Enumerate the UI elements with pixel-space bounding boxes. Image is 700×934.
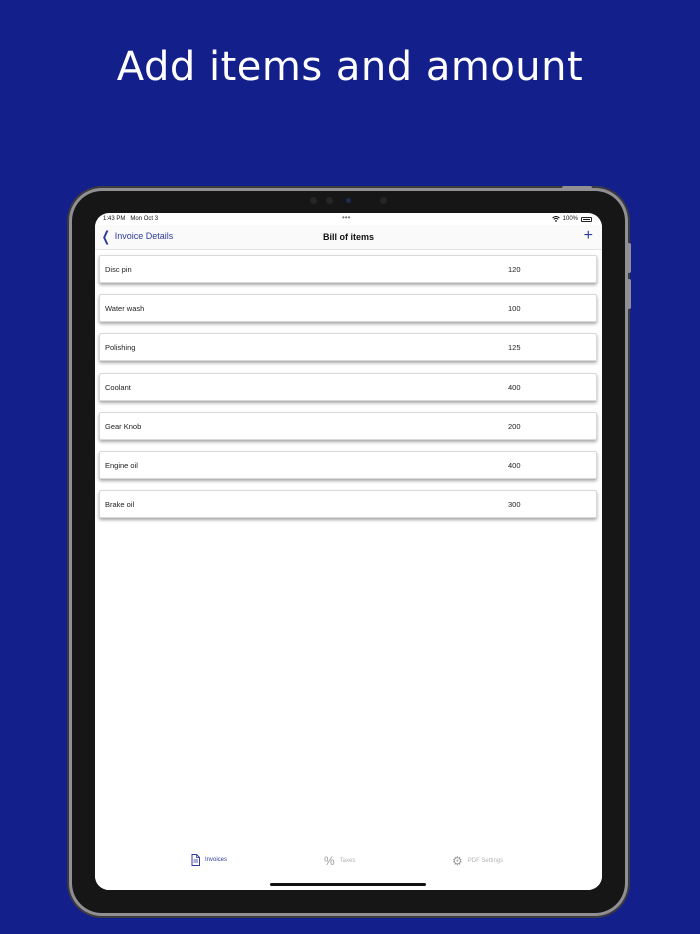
power-button [562,186,592,190]
add-item-button[interactable]: + [584,227,593,245]
item-name: Polishing [105,343,136,353]
app-screen: 1:43 PM Mon Oct 3 ••• 100% ❮ Invoice Det… [95,213,602,890]
home-indicator[interactable] [270,883,426,886]
tab-pdf-settings-label: PDF Settings [467,858,504,864]
document-icon [191,854,200,866]
list-item[interactable]: Engine oil 400 [99,450,597,479]
battery-icon [581,216,592,222]
tab-pdf-settings[interactable]: ⚙ PDF Settings [452,854,503,868]
item-amount: 125 [508,343,521,353]
item-amount: 100 [508,304,521,314]
sensor-dot [326,197,333,204]
gear-icon: ⚙ [452,854,463,868]
item-name: Brake oil [105,500,135,510]
sensor-dot [310,197,317,204]
volume-down-button [627,279,631,309]
list-item[interactable]: Coolant 400 [99,372,597,401]
item-list: Disc pin 120 Water wash 100 Polishing 12… [99,255,597,529]
status-date-text: Mon Oct 3 [130,216,159,222]
status-right: 100% [551,216,592,222]
list-item[interactable]: Water wash 100 [99,294,597,323]
status-time-text: 1:43 PM [103,216,126,222]
tab-bar: Invoices % Taxes ⚙ PDF Settings [95,846,602,890]
tab-taxes[interactable]: % Taxes [324,854,355,868]
status-bar: 1:43 PM Mon Oct 3 ••• 100% [95,213,602,225]
page-title: Bill of items [322,232,374,242]
item-amount: 400 [508,460,521,470]
wifi-icon [551,216,560,222]
multitasking-dots-icon[interactable]: ••• [342,213,350,222]
sensor-dot [380,197,387,204]
list-item[interactable]: Polishing 125 [99,333,597,362]
item-amount: 120 [508,265,521,274]
page-headline: Add items and amount [116,44,584,90]
volume-up-button [627,243,631,273]
status-time: 1:43 PM Mon Oct 3 [103,216,158,222]
tab-taxes-label: Taxes [339,858,356,864]
percent-icon: % [324,854,335,868]
item-amount: 400 [508,382,521,392]
list-item[interactable]: Gear Knob 200 [99,411,597,440]
item-name: Engine oil [105,460,138,470]
list-item[interactable]: Brake oil 300 [99,490,597,519]
list-item[interactable]: Disc pin 120 [99,255,597,283]
tablet-device-frame: 1:43 PM Mon Oct 3 ••• 100% ❮ Invoice Det… [72,186,631,913]
item-name: Water wash [105,304,145,314]
battery-percent: 100% [562,216,578,222]
item-name: Coolant [105,382,131,392]
navigation-bar: ❮ Invoice Details Bill of items + [95,225,602,250]
item-name: Disc pin [105,265,132,274]
camera-icon [346,198,351,203]
item-amount: 300 [508,500,521,510]
tab-invoices-label: Invoices [205,857,228,863]
tab-invoices[interactable]: Invoices [191,854,227,866]
item-amount: 200 [508,421,521,431]
item-name: Gear Knob [105,421,142,431]
